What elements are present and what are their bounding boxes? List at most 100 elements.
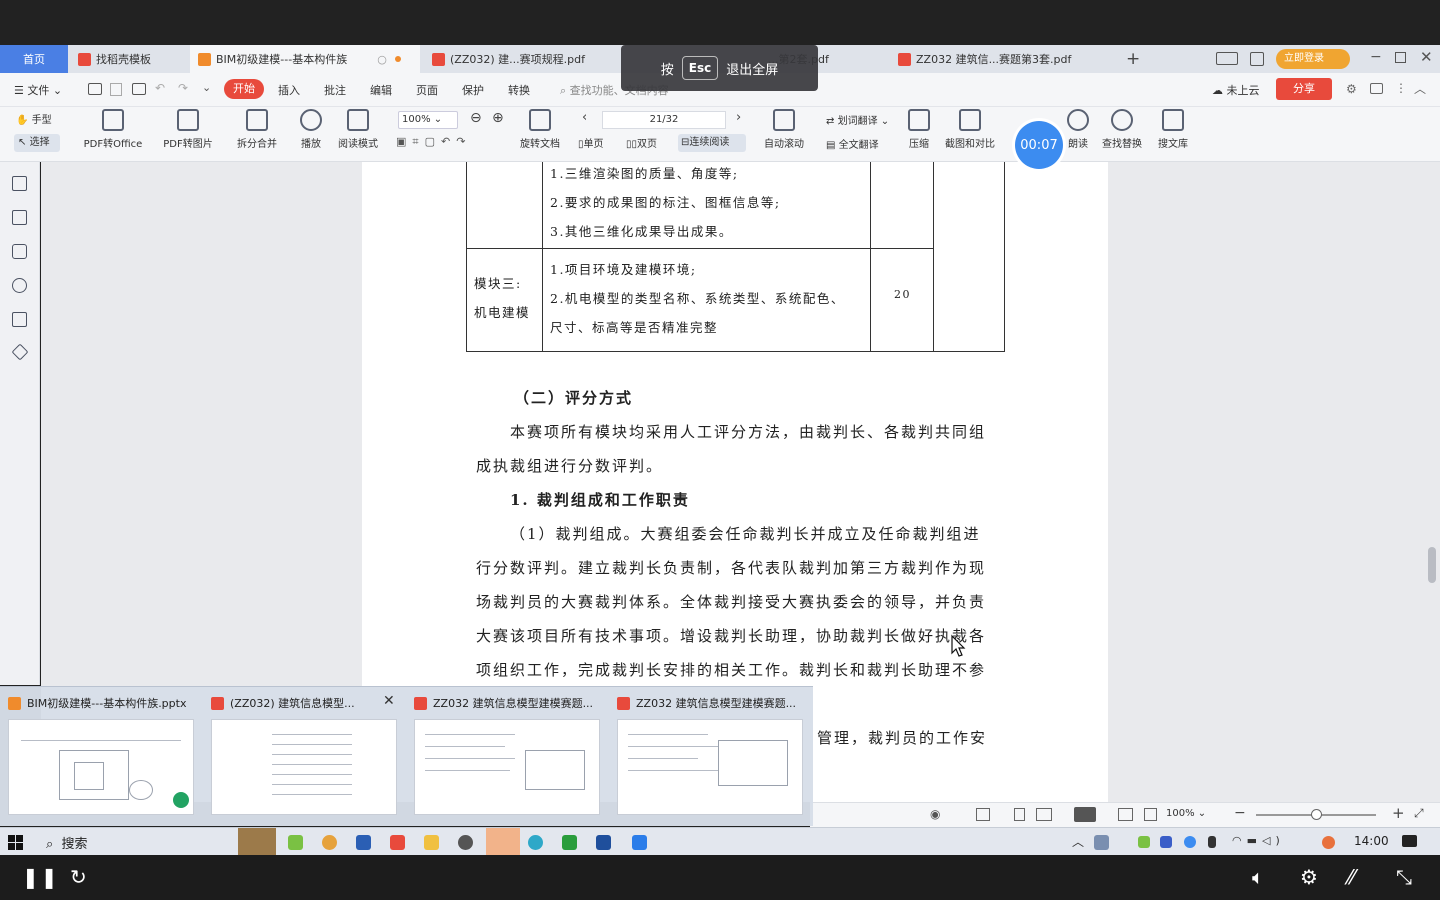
read-aloud-button[interactable]: 朗读 [1064, 109, 1092, 150]
comment-icon[interactable] [1370, 83, 1383, 94]
continuous-reading-button[interactable]: ⊟连续阅读 [678, 134, 746, 152]
zoom-slider-handle[interactable] [1311, 809, 1322, 820]
app-icon[interactable] [632, 835, 647, 850]
menu-annotate[interactable]: 批注 [324, 82, 346, 98]
tray-icon[interactable] [1322, 836, 1335, 849]
double-page-button[interactable]: ▯▯双页 [626, 135, 657, 150]
tray-icon[interactable] [1094, 835, 1109, 850]
zoom-in-icon[interactable]: ⊕ [492, 110, 504, 126]
volume-icon[interactable]: 🔈︎ [1252, 867, 1264, 887]
attachment-icon[interactable] [12, 278, 27, 293]
search-library-button[interactable]: 搜文库 [1154, 109, 1192, 150]
pdf-to-office-button[interactable]: PDF转Office [78, 109, 148, 150]
page-number-input[interactable]: 21/32 [602, 111, 726, 129]
split-merge-button[interactable]: 拆分合并 [228, 109, 286, 150]
taskbar-search[interactable]: ⌕ 搜索 [46, 833, 88, 852]
pdf-to-image-button[interactable]: PDF转图片 [160, 109, 216, 150]
redo-icon[interactable]: ↷ [178, 81, 188, 95]
thumbnail-icon[interactable] [12, 210, 27, 225]
reading-view-icon[interactable] [1118, 808, 1133, 821]
draw-icon[interactable]: ⁄⁄ [1348, 867, 1355, 887]
fullscreen-view-icon[interactable] [1144, 808, 1157, 821]
system-tray-icons[interactable]: ◠▬◁) [1232, 834, 1285, 847]
replay-icon[interactable]: ↻ [70, 867, 87, 887]
settings-app-icon[interactable] [458, 835, 473, 850]
reading-mode-button[interactable]: 阅读模式 [332, 109, 384, 150]
notification-icon[interactable] [1402, 835, 1417, 847]
weather-widget-icon[interactable] [238, 828, 276, 855]
app-icon[interactable] [356, 835, 371, 850]
tab-template[interactable]: 找稻壳模板 [70, 45, 188, 73]
eye-protect-icon[interactable]: ◉ [930, 807, 940, 821]
new-tab-button[interactable]: + [1126, 49, 1140, 69]
layers-icon[interactable] [11, 343, 29, 361]
zoom-out-button[interactable]: − [1234, 805, 1246, 821]
more-dropdown-icon[interactable]: ⌄ [202, 81, 211, 94]
cloud-status[interactable]: ☁ 未上云 [1212, 82, 1260, 98]
tray-expand-icon[interactable]: ︿ [1072, 833, 1084, 850]
thumbnail-window[interactable]: BIM初级建模---基本构件族.pptx [0, 687, 198, 819]
close-window-icon[interactable]: ✕ [1420, 48, 1433, 66]
folder-icon[interactable] [424, 835, 439, 850]
shield-icon[interactable] [1160, 836, 1172, 848]
menu-home-tab[interactable]: 开始 [224, 79, 264, 99]
menu-protect[interactable]: 保护 [462, 82, 484, 98]
exit-fullscreen-icon[interactable]: ⤡ [1396, 867, 1412, 887]
login-button[interactable]: 立即登录 [1276, 49, 1350, 69]
print-icon[interactable] [132, 83, 146, 95]
prev-page-icon[interactable]: ‹ [582, 110, 587, 125]
more-icon[interactable]: ⋮ [1395, 81, 1407, 95]
bookmark-icon[interactable] [12, 176, 27, 191]
tab-home[interactable]: 首页 [0, 45, 68, 73]
restore-icon[interactable] [1395, 52, 1406, 63]
app-icon[interactable] [288, 835, 303, 850]
thumbnail-window[interactable]: ZZ032 建筑信息模型建模赛题... [406, 687, 604, 819]
clock[interactable]: 14:00 [1354, 834, 1389, 848]
thumbnail-window[interactable]: (ZZ032) 建筑信息模型... ✕ [203, 687, 401, 819]
apps-icon[interactable] [1250, 52, 1264, 66]
next-page-icon[interactable]: › [736, 110, 741, 125]
play-button[interactable]: 播放 [294, 109, 328, 150]
expand-icon[interactable]: ⤢ [1414, 806, 1424, 821]
screenshot-compare-button[interactable]: 截图和对比 [940, 109, 1000, 150]
tray-icon[interactable] [1184, 836, 1196, 848]
comment-panel-icon[interactable] [12, 244, 27, 259]
auto-scroll-button[interactable]: 自动滚动 [758, 109, 810, 150]
full-translate-button[interactable]: ▤ 全文翻译 [826, 136, 879, 151]
minimize-icon[interactable]: − [1370, 49, 1382, 65]
zoom-select[interactable]: 100% ⌄ [398, 111, 458, 129]
menu-file[interactable]: ☰ 文件 ⌄ [14, 82, 62, 98]
app-icon[interactable] [596, 835, 611, 850]
double-view-icon[interactable] [1036, 808, 1052, 821]
windows-start-icon[interactable] [8, 835, 23, 850]
open-folder-icon[interactable] [88, 83, 102, 95]
settings-icon[interactable]: ⚙ [1346, 82, 1357, 96]
recording-timer[interactable]: 00:07 [1015, 121, 1063, 169]
single-view-icon[interactable] [1014, 808, 1025, 821]
tab-zz032-rules[interactable]: (ZZ032) 建...赛项规程.pdf [424, 45, 652, 73]
hand-tool[interactable]: ✋ 手型 [16, 111, 52, 126]
signature-icon[interactable] [12, 312, 27, 327]
tab-bim-pptx[interactable]: BIM初级建模---基本构件族 ○ [190, 45, 420, 73]
thumbnail-window[interactable]: ZZ032 建筑信息模型建模赛题... [609, 687, 807, 819]
menu-edit[interactable]: 编辑 [370, 82, 392, 98]
microphone-icon[interactable] [1208, 836, 1216, 848]
word-translate-button[interactable]: ⇄ 划词翻译 ⌄ [826, 112, 889, 127]
app-icon[interactable] [528, 835, 543, 850]
select-tool[interactable]: ↖ 选择 [14, 134, 60, 152]
menu-convert[interactable]: 转换 [508, 82, 530, 98]
zoom-out-icon[interactable]: ⊖ [470, 110, 482, 126]
share-button[interactable]: 分享 [1276, 78, 1332, 100]
find-replace-button[interactable]: 查找替换 [1098, 109, 1146, 150]
zoom-level[interactable]: 100% ⌄ [1166, 808, 1206, 819]
undo-icon[interactable]: ↶ [155, 81, 165, 95]
active-app-icon[interactable] [486, 828, 520, 855]
settings-icon[interactable]: ⚙ [1300, 867, 1318, 887]
chrome-icon[interactable] [322, 835, 337, 850]
menu-insert[interactable]: 插入 [278, 82, 300, 98]
close-thumbnail-icon[interactable]: ✕ [383, 693, 395, 709]
pause-icon[interactable]: ❚❚ [22, 867, 60, 887]
compress-button[interactable]: 压缩 [904, 109, 934, 150]
tray-icon[interactable] [1138, 836, 1150, 848]
save-icon[interactable] [110, 83, 122, 96]
